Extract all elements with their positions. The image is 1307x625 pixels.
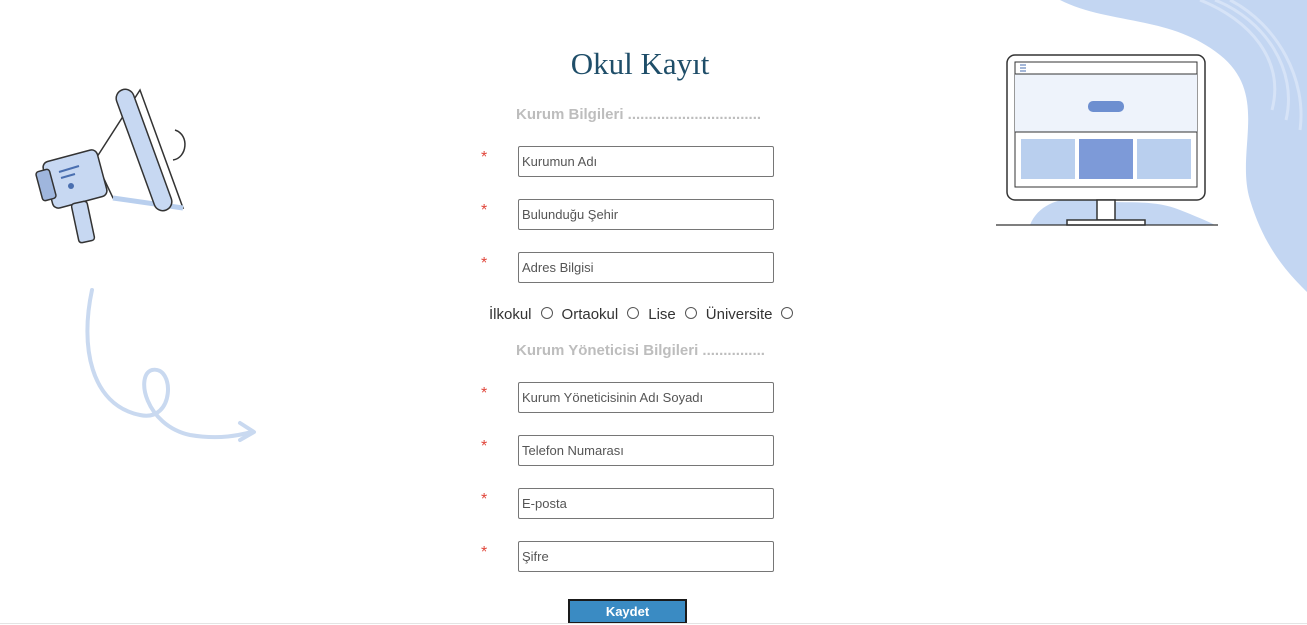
school-type-radio-group: İlkokul Ortaokul Lise Üniversite [489, 306, 802, 323]
phone-field[interactable] [518, 435, 774, 466]
required-marker: * [481, 202, 488, 219]
radio-lise[interactable] [684, 306, 697, 319]
radio-label-ortaokul: Ortaokul [561, 306, 619, 323]
institution-name-field[interactable] [518, 146, 774, 177]
page-bottom-divider [0, 623, 1307, 624]
save-button[interactable]: Kaydet [568, 599, 687, 624]
email-field[interactable] [518, 488, 774, 519]
required-marker: * [481, 149, 488, 166]
radio-ortaokul[interactable] [627, 306, 640, 319]
manager-section-heading: Kurum Yöneticisi Bilgileri .............… [516, 342, 765, 359]
required-marker: * [481, 544, 488, 561]
manager-name-field[interactable] [518, 382, 774, 413]
required-marker: * [481, 385, 488, 402]
page-title: Okul Kayıt [570, 46, 710, 81]
password-field[interactable] [518, 541, 774, 572]
curly-arrow-icon [85, 288, 256, 442]
required-marker: * [481, 438, 488, 455]
megaphone-icon [35, 88, 186, 244]
institution-section-heading: Kurum Bilgileri ........................… [516, 106, 762, 123]
required-marker: * [481, 255, 488, 272]
radio-ilkokul[interactable] [540, 306, 553, 319]
radio-universite[interactable] [781, 306, 794, 319]
address-field[interactable] [518, 252, 774, 283]
radio-label-ilkokul: İlkokul [489, 306, 532, 323]
radio-label-universite: Üniversite [705, 306, 773, 323]
city-field[interactable] [518, 199, 774, 230]
required-marker: * [481, 491, 488, 508]
radio-label-lise: Lise [648, 306, 676, 323]
